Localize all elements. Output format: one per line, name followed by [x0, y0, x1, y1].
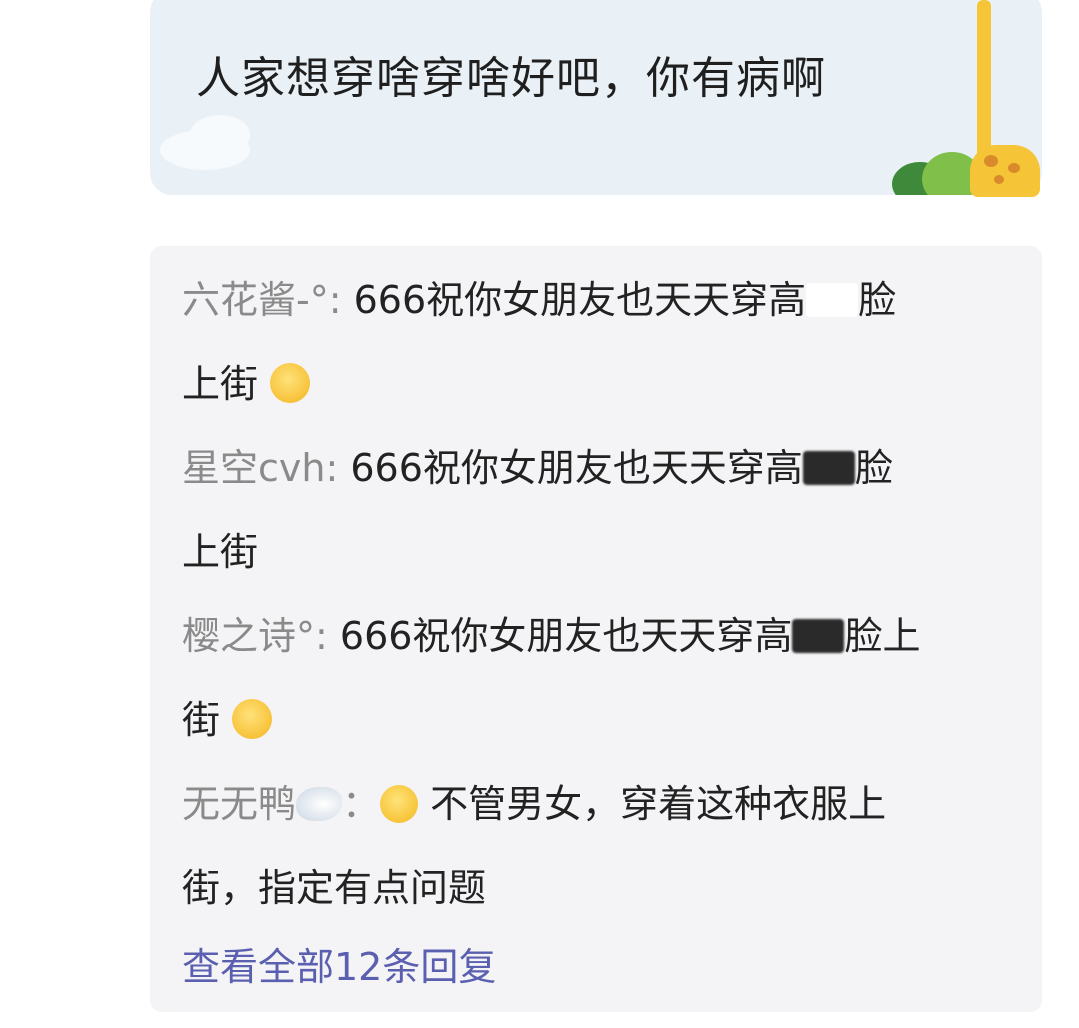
reply-author[interactable]: 星空cvh: [182, 446, 325, 490]
reply-text: 上街: [182, 530, 259, 574]
reply-item: 樱之诗°: 666祝你女朋友也天天穿高 脸上 街: [182, 614, 921, 742]
hug-emoji-icon: [270, 363, 311, 403]
giraffe-decoration: [977, 0, 991, 160]
reply-item: 无无鸭： 不管男女，穿着这种衣服上 街，指定有点问题: [182, 782, 887, 910]
reply-author[interactable]: 樱之诗°: [182, 614, 315, 658]
reply-text: 666祝你女朋友也天天穿高: [353, 278, 807, 322]
reply-text: 666祝你女朋友也天天穿高: [339, 614, 793, 658]
reply-item: 星空cvh: 666祝你女朋友也天天穿高脸 上街: [182, 446, 893, 574]
censor-mark: [806, 283, 859, 317]
reply-text: 脸上: [844, 614, 921, 658]
puff-emoji-icon: [296, 787, 343, 821]
smile-emoji-icon: [380, 785, 419, 823]
giraffe-body-decoration: [970, 145, 1040, 197]
cloud-decoration: [190, 115, 250, 155]
comment-text: 人家想穿啥穿啥好吧，你有病啊: [196, 53, 826, 104]
reply-text: 666祝你女朋友也天天穿高: [350, 446, 803, 490]
reply-item: 六花酱-°: 666祝你女朋友也天天穿高脸 上街: [182, 278, 897, 406]
censor-mark: [792, 619, 845, 653]
reply-text: 不管男女，穿着这种衣服上: [430, 782, 887, 826]
reply-text: 上街: [182, 362, 259, 406]
reply-author[interactable]: 无无鸭: [182, 782, 296, 826]
reply-text: 脸: [858, 278, 897, 322]
reply-text: 脸: [854, 446, 893, 490]
comment-bubble: 人家想穿啥穿啥好吧，你有病啊: [150, 0, 1042, 195]
reply-text: 街，指定有点问题: [182, 866, 487, 910]
reply-author[interactable]: 六花酱-°: [182, 278, 329, 322]
hug-emoji-icon: [232, 699, 273, 739]
reply-text: 街: [182, 698, 221, 742]
censor-mark: [802, 451, 855, 485]
view-all-replies-link[interactable]: 查看全部12条回复: [182, 936, 496, 991]
